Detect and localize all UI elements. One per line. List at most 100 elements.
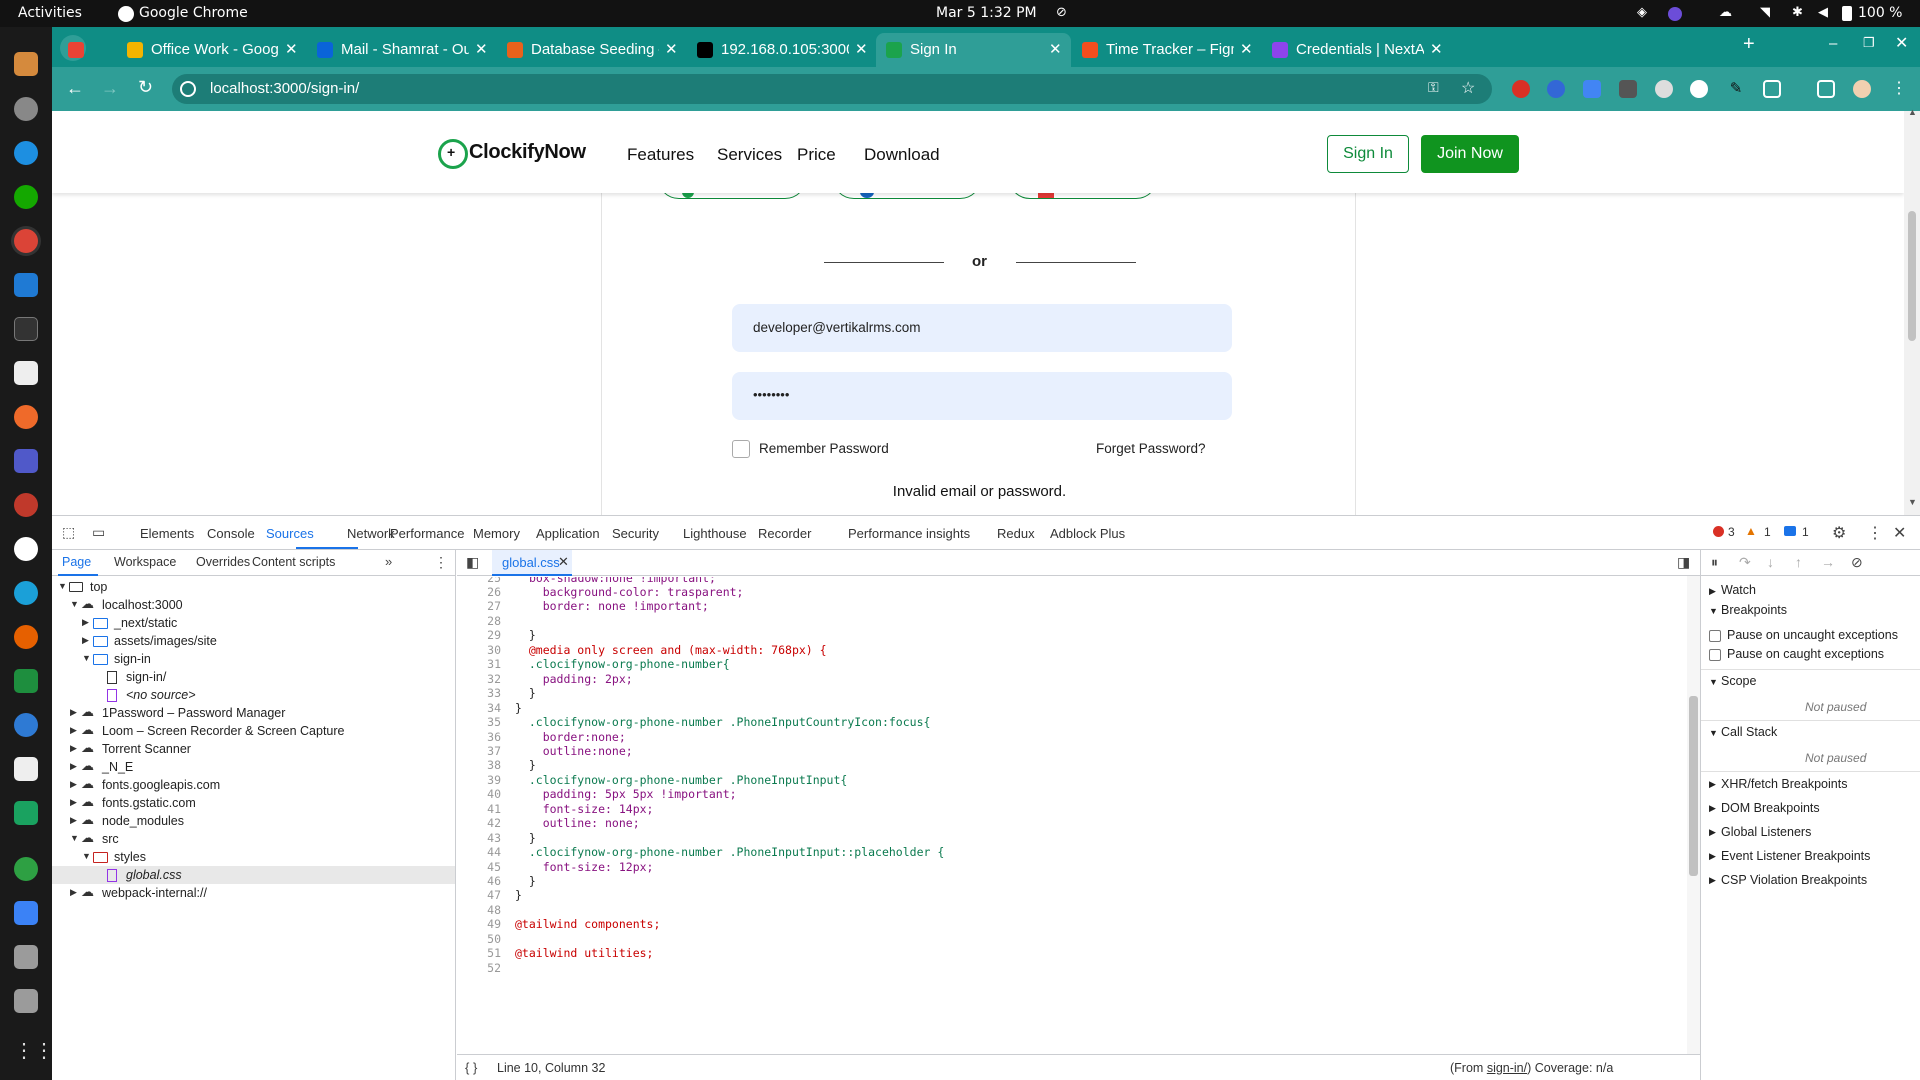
editor-scroll-thumb[interactable] (1689, 696, 1698, 876)
tree-item[interactable]: ▶ assets/images/site (52, 632, 455, 650)
key-icon[interactable]: ⚿ (1428, 79, 1439, 96)
tree-item[interactable]: ▶ ☁ Loom – Screen Recorder & Screen Captur… (52, 722, 455, 740)
tab-close-icon[interactable]: ✕ (855, 40, 868, 58)
docker-icon[interactable] (14, 141, 38, 165)
browser-tab[interactable] (58, 33, 102, 67)
devtools-settings-icon[interactable]: ⚙ (1832, 523, 1846, 543)
tray-icon-1[interactable]: ◈ (1637, 5, 1647, 20)
profile-avatar[interactable] (1853, 80, 1871, 98)
global-listeners-section[interactable]: Global Listeners (1721, 825, 1811, 839)
devtools-tab-redux[interactable]: Redux (997, 526, 1035, 541)
site-info-icon[interactable] (180, 81, 196, 97)
xhr-breakpoints-section[interactable]: XHR/fetch Breakpoints (1721, 777, 1847, 791)
navigator-menu-icon[interactable]: ⋮ (434, 554, 448, 571)
extension-icon-5[interactable] (1655, 80, 1673, 98)
step-over-icon[interactable]: ↷ (1739, 554, 1751, 571)
event-listener-breakpoints-section[interactable]: Event Listener Breakpoints (1721, 849, 1870, 863)
tree-item[interactable]: global.css (52, 866, 455, 884)
tab-close-icon[interactable]: ✕ (1430, 40, 1443, 58)
csp-violation-breakpoints-section[interactable]: CSP Violation Breakpoints (1721, 873, 1867, 887)
extension-icon-2[interactable] (1547, 80, 1565, 98)
tree-item[interactable]: ▶ ☁ fonts.gstatic.com (52, 794, 455, 812)
tree-item[interactable]: ▼ ☁ src (52, 830, 455, 848)
app-icon-20[interactable] (14, 901, 38, 925)
scope-section[interactable]: Scope (1721, 674, 1756, 688)
toggle-debugger-icon[interactable]: ◨ (1677, 554, 1690, 571)
devtools-tab-application[interactable]: Application (536, 526, 600, 541)
tree-item[interactable]: ▶ ☁ webpack-internal:// (52, 884, 455, 902)
minimize-icon[interactable]: – (1829, 35, 1837, 52)
mongodb-icon[interactable] (14, 537, 38, 561)
navigator-tab-workspace[interactable]: Workspace (114, 555, 176, 569)
reload-icon[interactable]: ↻ (138, 77, 153, 98)
browser-tab[interactable]: Time Tracker – Figma ✕ (1072, 33, 1262, 67)
email-field[interactable]: developer@vertikalrms.com (732, 304, 1232, 352)
pause-caught-label[interactable]: Pause on caught exceptions (1727, 647, 1884, 661)
wifi-icon[interactable]: ◥ (1760, 5, 1770, 20)
devtools-tab-sources[interactable]: Sources (266, 526, 314, 541)
activities-button[interactable]: Activities (18, 5, 82, 21)
step-out-icon[interactable]: ↑ (1795, 554, 1802, 570)
nav-link-services[interactable]: Services (717, 145, 782, 165)
tree-item[interactable]: ▼ styles (52, 848, 455, 866)
devtools-tab-network[interactable]: Network (347, 526, 395, 541)
remember-label[interactable]: Remember Password (759, 441, 889, 456)
terminal-icon[interactable] (14, 317, 38, 341)
extensions-puzzle-icon[interactable] (1763, 80, 1781, 98)
eyedropper-icon[interactable]: ✎ (1727, 80, 1745, 98)
address-bar[interactable]: localhost:3000/sign-in/ ⚿ ☆ (172, 74, 1492, 104)
tab-close-icon[interactable]: ✕ (1240, 40, 1253, 58)
notifications-off-icon[interactable]: ⊘ (1056, 5, 1067, 20)
browser-tab[interactable]: Mail - Shamrat - Outloo ✕ (307, 33, 497, 67)
code-view[interactable]: 25 box-shadow:none !important; 26 backgr… (457, 577, 1687, 1057)
tab-close-icon[interactable]: ✕ (285, 40, 298, 58)
file-tab-close-icon[interactable]: ✕ (558, 554, 569, 570)
app-icon-13[interactable] (14, 581, 38, 605)
tree-item[interactable]: ▶ ☁ 1Password – Password Manager (52, 704, 455, 722)
devtools-tab-console[interactable]: Console (207, 526, 255, 541)
step-into-icon[interactable]: ↓ (1767, 554, 1774, 570)
pretty-print-icon[interactable]: { } (465, 1060, 477, 1075)
tree-item[interactable]: ▶ ☁ _N_E (52, 758, 455, 776)
nav-link-download[interactable]: Download (864, 145, 940, 165)
tree-item[interactable]: ▶ ☁ node_modules (52, 812, 455, 830)
focused-app-name[interactable]: Google Chrome (139, 5, 248, 21)
upwork-icon[interactable] (14, 185, 38, 209)
step-icon[interactable]: → (1821, 554, 1835, 570)
page-scrollbar[interactable]: ▲ ▼ (1904, 107, 1920, 515)
error-count[interactable]: 3 (1728, 525, 1735, 539)
source-link[interactable]: sign-in/ (1487, 1061, 1527, 1075)
devtools-tab-elements[interactable]: Elements (140, 526, 194, 541)
chat-icon[interactable] (14, 801, 38, 825)
volume-icon[interactable]: ◀ (1818, 5, 1828, 20)
dom-breakpoints-section[interactable]: DOM Breakpoints (1721, 801, 1820, 815)
adblock-icon[interactable] (1512, 80, 1530, 98)
callstack-section[interactable]: Call Stack (1721, 725, 1777, 739)
cloud-icon[interactable]: ☁ (1719, 5, 1732, 20)
breakpoints-section[interactable]: Breakpoints (1721, 603, 1787, 617)
extension-icon-4[interactable] (1619, 80, 1637, 98)
forgot-password-link[interactable]: Forget Password? (1096, 441, 1206, 456)
pause-caught-checkbox[interactable] (1709, 649, 1721, 661)
password-field[interactable]: •••••••• (732, 372, 1232, 420)
nav-link-price[interactable]: Price (797, 145, 836, 165)
message-count[interactable]: 1 (1802, 525, 1809, 539)
navigator-tab-page[interactable]: Page (62, 555, 91, 569)
files-icon[interactable] (14, 52, 38, 76)
back-icon[interactable]: ← (66, 78, 84, 99)
settings-icon[interactable] (14, 97, 38, 121)
app-icon-16[interactable] (14, 713, 38, 737)
devtools-tab-memory[interactable]: Memory (473, 526, 520, 541)
devtools-close-icon[interactable]: ✕ (1893, 523, 1906, 543)
device-toggle-icon[interactable]: ▭ (92, 524, 105, 541)
devtools-more-icon[interactable]: ⋮ (1867, 523, 1883, 543)
forward-icon[interactable]: → (101, 78, 119, 99)
bluetooth-icon[interactable]: ✱ (1792, 5, 1803, 20)
chrome-dock-icon[interactable] (14, 229, 38, 253)
tree-item[interactable]: ▶ ☁ Torrent Scanner (52, 740, 455, 758)
browser-tab[interactable]: Sign In ✕ (876, 33, 1071, 67)
side-panel-icon[interactable] (1817, 80, 1835, 98)
tree-item[interactable]: ▶ _next/static (52, 614, 455, 632)
page-scroll-thumb[interactable] (1908, 211, 1916, 341)
app-icon-8[interactable] (14, 361, 38, 385)
